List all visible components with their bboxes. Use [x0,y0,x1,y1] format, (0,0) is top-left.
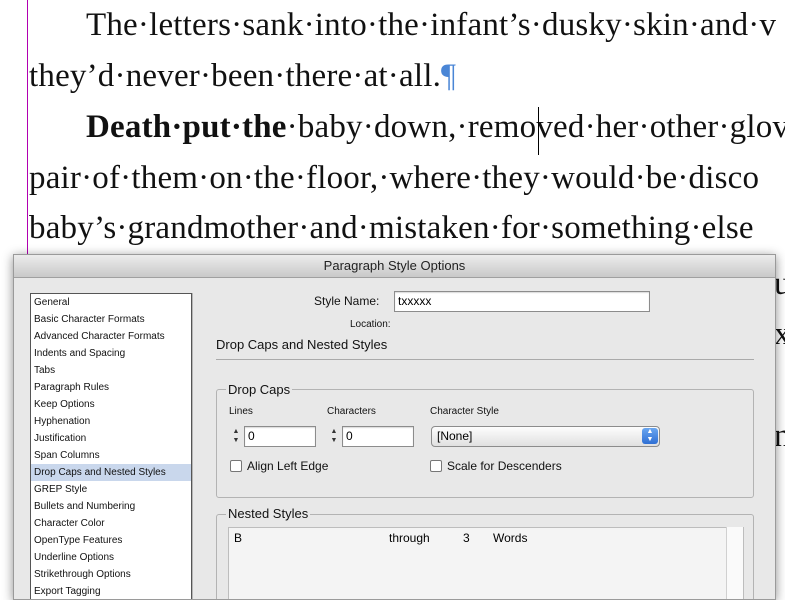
text-line-4[interactable]: pair·of·them·on·the·floor,·where·they·wo… [29,160,759,197]
characters-label: Characters [327,406,376,417]
section-title: Drop Caps and Nested Styles [216,337,388,352]
sidebar-item[interactable]: Indents and Spacing [31,345,191,362]
lines-label: Lines [229,406,253,417]
location-label: Location: [350,319,391,330]
sidebar-item[interactable]: Advanced Character Formats [31,328,191,345]
lines-input[interactable]: 0 [244,426,316,447]
sidebar-item[interactable]: Character Color [31,515,191,532]
nested-styles-scrollbar[interactable] [726,527,743,599]
nested-style-unit[interactable]: Words [493,528,527,548]
sidebar-item[interactable]: Span Columns [31,447,191,464]
text-line-5[interactable]: baby’s·grandmother·and·mistaken·for·some… [29,210,754,247]
text-line-1[interactable]: The·letters·sank·into·the·infant’s·dusky… [86,7,776,44]
category-list[interactable]: General Basic Character Formats Advanced C… [30,293,192,599]
text-line-3[interactable]: Death·put·the·baby·down,·removed·her·oth… [86,109,785,146]
align-left-edge-label: Align Left Edge [247,459,329,473]
sidebar-item[interactable]: Drop Caps and Nested Styles [31,464,191,481]
nested-styles-legend: Nested Styles [226,506,311,521]
sidebar-item[interactable]: Underline Options [31,549,191,566]
text-line-3-content: ·baby·down,·removed·her·other·glov [286,109,785,145]
sidebar-item[interactable]: Basic Character Formats [31,311,191,328]
sidebar-item[interactable]: Keep Options [31,396,191,413]
nested-style-name[interactable]: B [234,528,242,548]
lines-stepper-icon[interactable]: ▲ ▼ [230,427,242,447]
panel-splitter[interactable] [192,293,207,599]
characters-stepper-icon[interactable]: ▲ ▼ [328,427,340,447]
text-line-2-content: they’d·never·been·there·at·all. [29,58,442,94]
sidebar-item[interactable]: OpenType Features [31,532,191,549]
nested-style-type[interactable]: through [389,528,430,548]
section-divider [216,359,754,360]
sidebar-item[interactable]: GREP Style [31,481,191,498]
nested-styles-list[interactable]: B through 3 Words [228,527,744,599]
sidebar-item[interactable]: Hyphenation [31,413,191,430]
text-line-1-content: The·letters·sank·into·the·infant’s·dusky… [86,7,777,43]
sidebar-item[interactable]: Export Tagging [31,583,191,599]
scale-for-descenders-label: Scale for Descenders [447,459,562,473]
nested-style-bold-text: Death·put·the [86,109,287,145]
style-name-input[interactable]: txxxxx [394,291,650,312]
style-name-label: Style Name: [314,294,380,308]
character-style-select[interactable]: [None] ▲ ▼ [431,426,660,447]
nested-style-count[interactable]: 3 [463,528,470,548]
text-line-2[interactable]: they’d·never·been·there·at·all.¶ [29,58,456,95]
sidebar-item[interactable]: Strikethrough Options [31,566,191,583]
nested-style-row[interactable]: B through 3 Words [229,528,725,548]
dialog-title: Paragraph Style Options [14,255,775,278]
sidebar-item[interactable]: Justification [31,430,191,447]
drop-caps-legend: Drop Caps [226,382,293,397]
text-line-5-content: baby’s·grandmother·and·mistaken·for·some… [29,210,754,246]
character-style-value: [None] [437,429,473,443]
sidebar-item[interactable]: Paragraph Rules [31,379,191,396]
paragraph-style-options-dialog[interactable]: Paragraph Style Options General Basic Cha… [13,254,776,600]
sidebar-item[interactable]: General [31,294,191,311]
scale-for-descenders-checkbox[interactable] [430,460,442,472]
select-arrows-icon: ▲ ▼ [642,428,658,444]
align-left-edge-checkbox[interactable] [230,460,242,472]
characters-input[interactable]: 0 [342,426,414,447]
sidebar-item[interactable]: Tabs [31,362,191,379]
text-line-4-content: pair·of·them·on·the·floor,·where·they·wo… [29,160,760,196]
sidebar-item[interactable]: Bullets and Numbering [31,498,191,515]
pilcrow-icon: ¶ [441,58,457,94]
character-style-label: Character Style [430,406,499,417]
text-cursor [538,107,539,155]
